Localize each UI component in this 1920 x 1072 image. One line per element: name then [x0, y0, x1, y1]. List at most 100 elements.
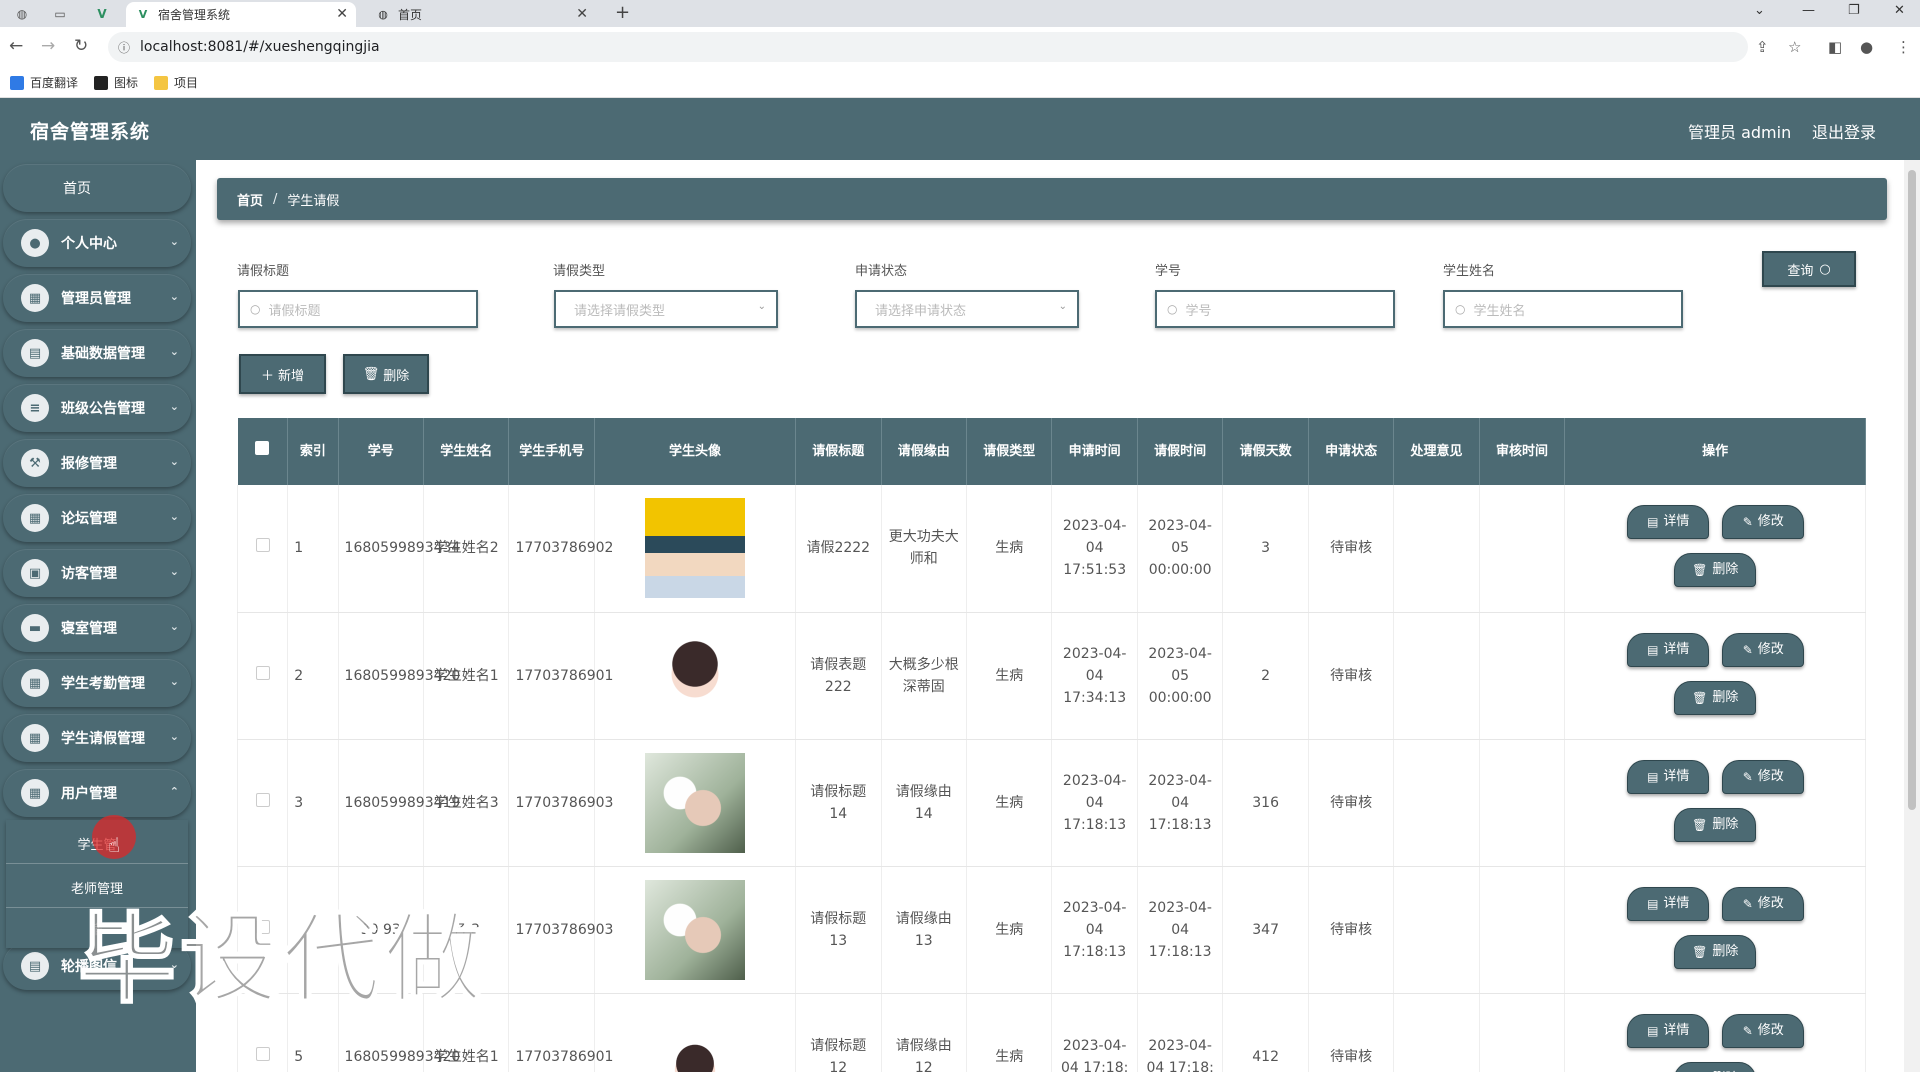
tab-home[interactable]: ◍ 首页 ✕: [366, 2, 596, 27]
sidebar-item-admin-manage[interactable]: ▦ 管理员管理 ⌄: [3, 274, 191, 322]
sidebar-item-label: 学生考勤管理: [61, 676, 145, 692]
grid-icon: ▦: [21, 779, 49, 807]
url-text: localhost:8081/#/xueshengqingjia: [140, 39, 380, 55]
row-checkbox[interactable]: [255, 538, 270, 553]
student-no-input[interactable]: ○ 学号: [1155, 290, 1395, 328]
cell-status: 待审核: [1308, 612, 1395, 740]
cell-days: 347: [1222, 866, 1309, 994]
delete-button[interactable]: 🗑 删除: [1674, 1061, 1757, 1072]
bookmark-baidu-translate[interactable]: 百度翻译: [10, 74, 78, 91]
sidebar-item-attendance[interactable]: ▦ 学生考勤管理 ⌄: [3, 659, 191, 707]
filter-label-title: 请假标题: [237, 264, 290, 279]
row-checkbox[interactable]: [255, 1046, 270, 1061]
row-actions: ▤ 详情 ✎ 修改 🗑 删除: [1565, 613, 1865, 739]
bulk-delete-button[interactable]: 🗑 删除: [343, 354, 429, 394]
cell-student-no: 1680599893434: [338, 485, 460, 613]
profile-icon[interactable]: ●: [1860, 38, 1873, 56]
cell-status: 待审核: [1308, 866, 1395, 994]
column-header: 处理意见: [1393, 418, 1480, 485]
url-field[interactable]: ⓘ localhost:8081/#/xueshengqingjia: [108, 32, 1748, 62]
button-label: 删除: [1712, 1068, 1738, 1072]
sidebar-item-forum[interactable]: ▦ 论坛管理 ⌄: [3, 494, 191, 542]
delete-button[interactable]: 🗑 删除: [1674, 680, 1757, 715]
avatar-cell: [594, 866, 797, 994]
more-icon[interactable]: ⋮: [1896, 38, 1911, 56]
sidebar-item-leave[interactable]: ▦ 学生请假管理 ⌄: [3, 714, 191, 762]
sidebar-item-users[interactable]: ▦ 用户管理 ⌃: [3, 769, 191, 817]
minimize-icon[interactable]: —: [1802, 3, 1815, 18]
detail-button[interactable]: ▤ 详情: [1627, 886, 1710, 921]
pencil-icon: ✎: [1742, 515, 1753, 529]
cell-index: 3: [287, 739, 339, 867]
detail-button[interactable]: ▤ 详情: [1627, 632, 1710, 667]
query-button[interactable]: 查询 ○: [1762, 251, 1856, 287]
sidebar-item-basic-data[interactable]: ▤ 基础数据管理 ⌄: [3, 329, 191, 377]
sidebar-item-personal-center[interactable]: ● 个人中心 ⌄: [3, 219, 191, 267]
close-icon[interactable]: ✕: [336, 6, 348, 22]
logout-link[interactable]: 退出登录: [1812, 119, 1876, 143]
delete-button[interactable]: 🗑 删除: [1674, 553, 1757, 587]
sidebar-item-label: 首页: [63, 181, 91, 197]
sidebar-item-dorm[interactable]: ▬ 寝室管理 ⌄: [3, 604, 191, 652]
tab-dorm-system[interactable]: V 宿舍管理系统 ✕: [126, 2, 356, 27]
row-checkbox[interactable]: [255, 665, 270, 680]
site-info-icon[interactable]: ⓘ: [118, 39, 130, 56]
breadcrumb-home[interactable]: 首页: [237, 190, 263, 209]
bookmarks-bar: 百度翻译 图标 项目: [0, 68, 1920, 98]
tab-title: 宿舍管理系统: [158, 8, 231, 22]
breadcrumb-current: 学生请假: [287, 193, 340, 209]
sidebar-item-home[interactable]: 首页: [3, 164, 191, 212]
cell-opinion: [1393, 485, 1480, 613]
column-header: 审核时间: [1479, 418, 1566, 485]
forward-icon[interactable]: →: [41, 36, 55, 56]
edit-button[interactable]: ✎ 修改: [1722, 505, 1805, 539]
row-select-cell: [237, 739, 289, 867]
bookmark-project[interactable]: 项目: [154, 74, 198, 91]
bookmark-icons[interactable]: 图标: [94, 74, 138, 91]
back-icon[interactable]: ←: [9, 36, 23, 56]
sidepanel-icon[interactable]: ◧: [1828, 38, 1842, 56]
edit-button[interactable]: ✎ 修改: [1722, 759, 1805, 794]
scrollbar-thumb[interactable]: [1908, 170, 1916, 810]
close-icon[interactable]: ✕: [576, 6, 588, 22]
edit-button[interactable]: ✎ 修改: [1722, 632, 1805, 667]
trash-icon: 🗑: [1692, 1068, 1707, 1072]
page-scrollbar[interactable]: [1904, 160, 1920, 1072]
sidebar-item-label: 学生请假管理: [61, 731, 145, 747]
row-checkbox[interactable]: [255, 792, 270, 807]
chevron-down-icon[interactable]: ⌄: [1754, 3, 1765, 18]
new-tab-icon[interactable]: +: [615, 2, 630, 23]
title-search-input[interactable]: ○ 请假标题: [238, 290, 478, 328]
status-select[interactable]: 请选择申请状态 ⌄: [855, 290, 1079, 328]
column-header: 申请状态: [1308, 418, 1395, 485]
vue-logo-icon[interactable]: V: [88, 4, 116, 24]
restore-icon[interactable]: ❐: [1848, 3, 1860, 18]
delete-button[interactable]: 🗑 删除: [1674, 934, 1757, 969]
delete-button[interactable]: 🗑 删除: [1674, 807, 1757, 842]
detail-button[interactable]: ▤ 详情: [1627, 759, 1710, 794]
share-icon[interactable]: ⇪: [1756, 38, 1769, 56]
globe-icon[interactable]: ◍: [8, 4, 36, 24]
window-close-icon[interactable]: ✕: [1894, 3, 1905, 18]
cell-student-no: 1680599893419: [338, 739, 460, 867]
cell-days: 3: [1222, 485, 1309, 613]
blank-tab-icon[interactable]: ▭: [46, 4, 74, 24]
cell-title: 请假标题12: [795, 993, 882, 1072]
row-actions: ▤ 详情 ✎ 修改 🗑 删除: [1565, 740, 1865, 866]
sidebar-item-class-notice[interactable]: ≡ 班级公告管理 ⌄: [3, 384, 191, 432]
student-name-input[interactable]: ○ 学生姓名: [1443, 290, 1683, 328]
add-button[interactable]: ＋ 新增: [239, 354, 326, 394]
edit-button[interactable]: ✎ 修改: [1722, 886, 1805, 921]
reload-icon[interactable]: ↻: [74, 36, 88, 56]
sidebar-item-repair[interactable]: ⚒ 报修管理 ⌄: [3, 439, 191, 487]
button-label: 修改: [1757, 514, 1784, 529]
select-all-checkbox[interactable]: [255, 441, 270, 455]
sidebar-item-visitor[interactable]: ▣ 访客管理 ⌄: [3, 549, 191, 597]
edit-button[interactable]: ✎ 修改: [1722, 1013, 1805, 1048]
leave-type-select[interactable]: 请选择请假类型 ⌄: [554, 290, 778, 328]
star-icon[interactable]: ☆: [1788, 38, 1801, 56]
detail-button[interactable]: ▤ 详情: [1627, 1013, 1710, 1048]
grid-icon: ▦: [21, 669, 49, 697]
detail-button[interactable]: ▤ 详情: [1627, 505, 1710, 539]
button-label: 修改: [1757, 641, 1784, 657]
